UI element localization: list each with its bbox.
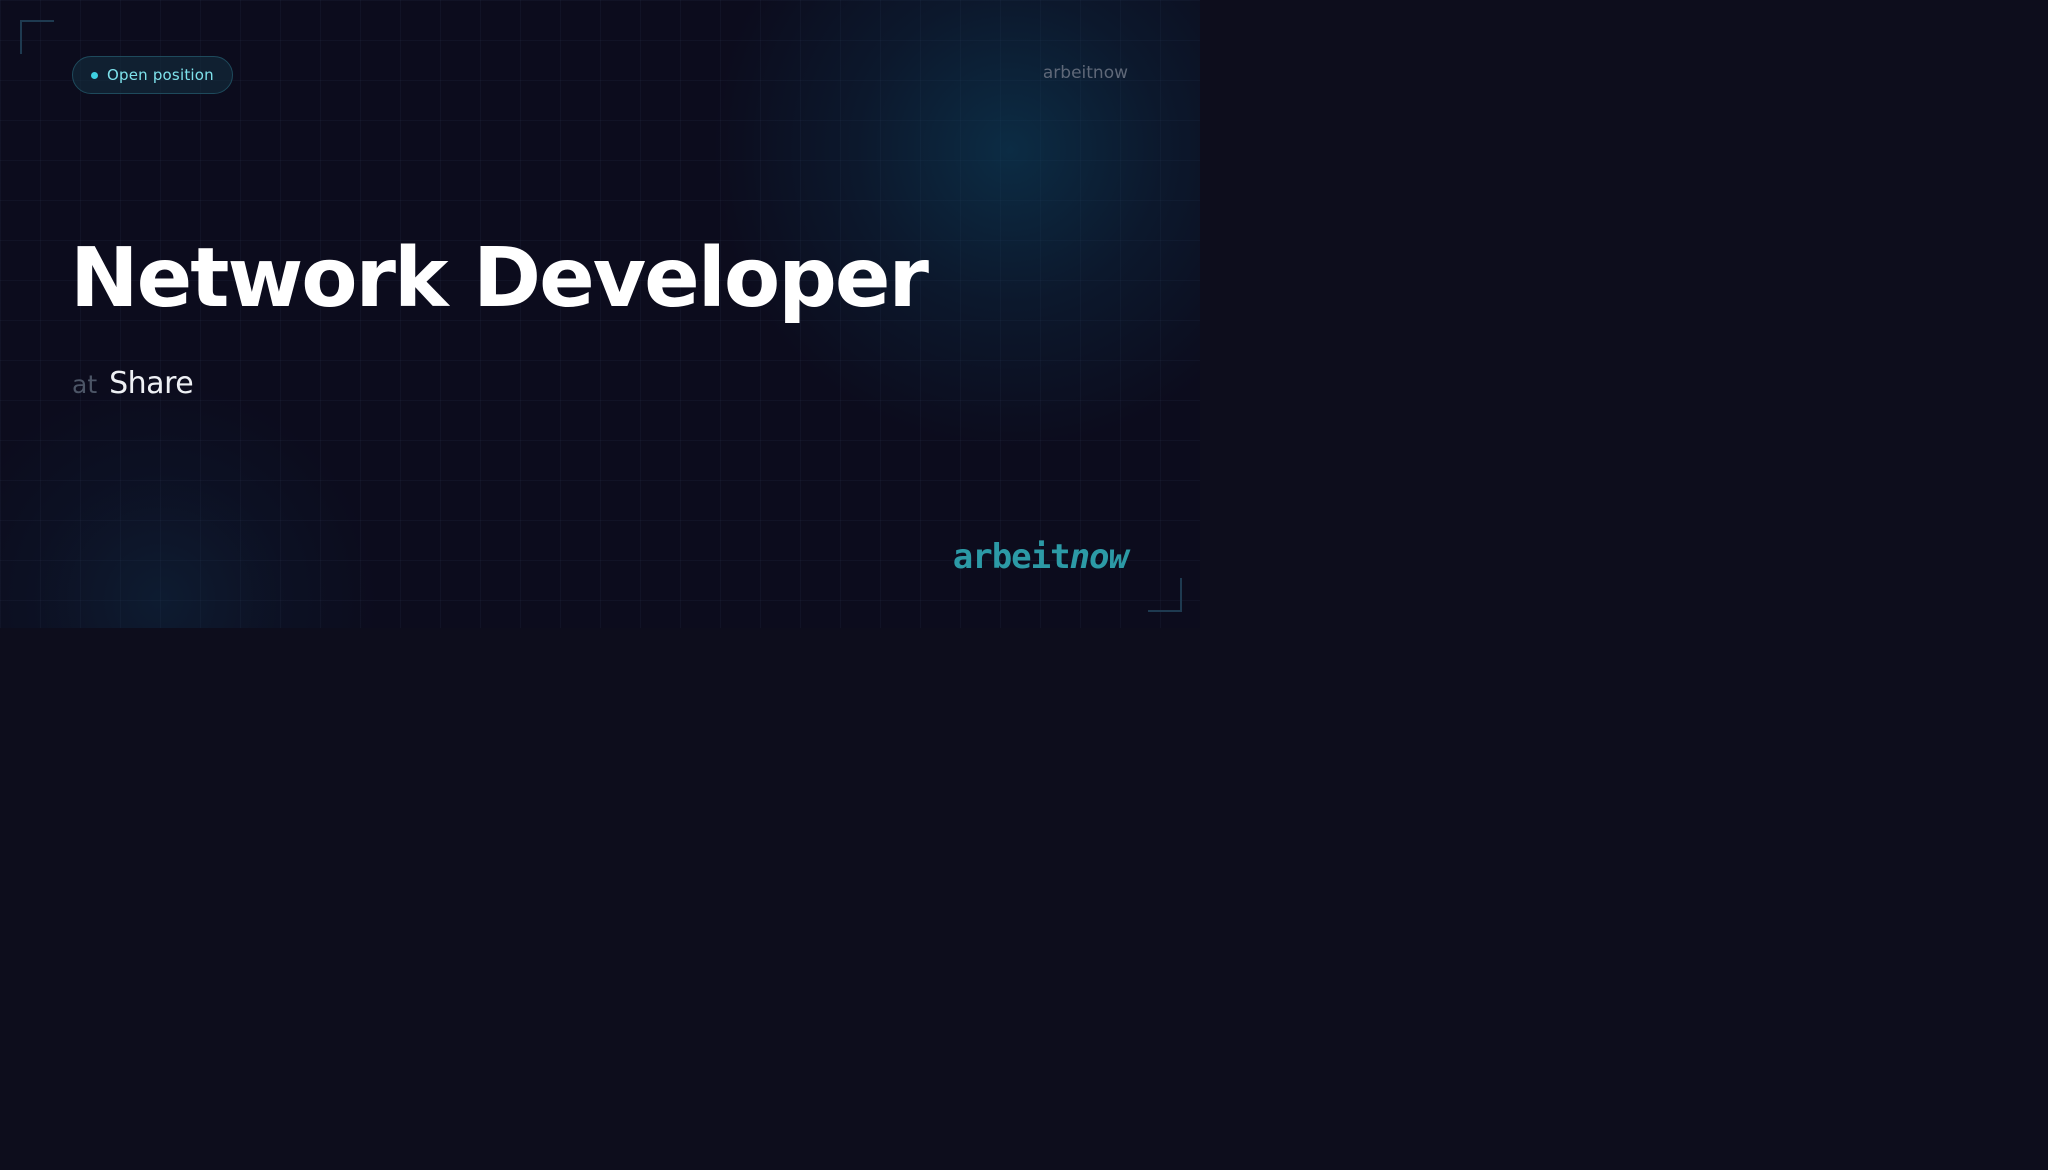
logo-part-now: now	[1069, 537, 1129, 577]
arbeitnow-logo: arbeitnow	[900, 537, 1129, 577]
corner-bracket-top-left	[20, 20, 54, 54]
status-dot-icon	[91, 71, 98, 79]
badge-label: Open position	[107, 66, 214, 84]
corner-bracket-bottom-right	[1148, 578, 1182, 612]
company-line: at Share	[72, 366, 194, 401]
logo-part-arbeit: arbeit	[952, 537, 1071, 577]
company-name: Share	[109, 366, 194, 401]
job-card: Open position arbeitnow Network Develope…	[0, 0, 1200, 628]
page: Open position arbeitnow Network Develope…	[0, 0, 2048, 1170]
company-prefix: at	[72, 370, 98, 399]
open-position-badge: Open position	[72, 56, 233, 94]
header-brand: arbeitnow	[1042, 63, 1128, 83]
job-title: Network Developer	[70, 231, 929, 326]
